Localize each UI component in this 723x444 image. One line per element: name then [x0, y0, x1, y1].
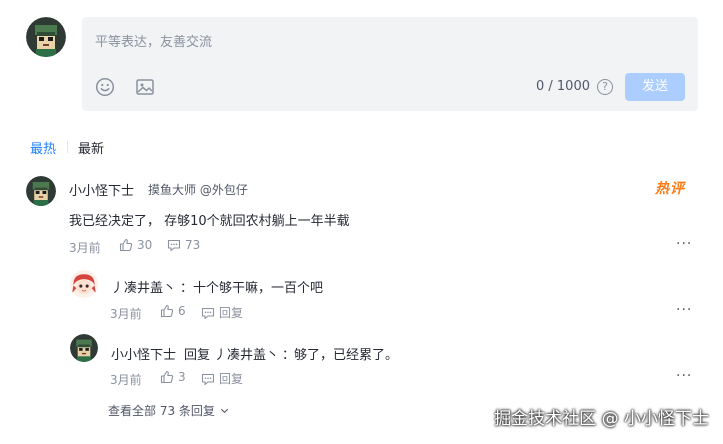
reply-like-button[interactable]: 3 — [160, 370, 186, 384]
help-icon[interactable]: ? — [597, 79, 613, 95]
reply-text: 十个够干嘛，一百个吧 — [193, 281, 324, 296]
comment-author-name[interactable]: 小小怪下士 — [69, 180, 134, 199]
like-count: 30 — [137, 238, 153, 252]
tab-divider — [67, 141, 68, 153]
reply-author-name[interactable]: 丿凑井盖丶 — [111, 277, 176, 296]
more-icon[interactable]: ··· — [676, 236, 692, 252]
reply-time: 3月前 — [110, 373, 142, 387]
reply-separator: ： — [180, 281, 194, 296]
like-button[interactable]: 30 — [119, 238, 152, 252]
comment-time: 3月前 — [69, 241, 101, 255]
reply-button[interactable]: 回复 — [201, 370, 243, 387]
current-user-avatar — [26, 17, 66, 57]
reply-count: 73 — [185, 238, 201, 252]
more-icon[interactable]: ··· — [676, 368, 692, 384]
reply-author-name[interactable]: 小小怪下士 — [111, 344, 176, 363]
tab-newest[interactable]: 最新 — [78, 138, 104, 157]
reply-like-count: 3 — [178, 370, 186, 384]
hot-comment-tag: 热评 — [655, 181, 685, 197]
like-icon — [160, 304, 174, 318]
comment-icon — [167, 239, 181, 252]
reply-like-count: 6 — [178, 304, 186, 318]
comment-text: 我已经决定了， 存够10个就回农村躺上一年半载 — [69, 214, 350, 229]
image-icon[interactable] — [135, 77, 155, 97]
more-icon[interactable]: ··· — [676, 302, 692, 318]
like-icon — [160, 370, 174, 384]
author-title-badge: 摸鱼大师 @外包仔 — [148, 183, 248, 197]
tab-hottest[interactable]: 最热 — [30, 138, 56, 157]
comment-icon — [201, 373, 215, 385]
emoji-icon[interactable] — [95, 77, 115, 97]
send-button[interactable]: 发送 — [625, 73, 685, 101]
reply-time: 3月前 — [110, 307, 142, 321]
view-all-replies-link[interactable]: 查看全部 73 条回复 — [108, 402, 230, 419]
chevron-down-icon — [220, 408, 228, 414]
watermark-text: 掘金技术社区 @ 小小怪下士 — [494, 409, 709, 429]
reply-text: 够了，已经累了。 — [294, 348, 399, 363]
reply-button-label: 回复 — [219, 372, 244, 386]
view-all-label: 查看全部 73 条回复 — [108, 404, 215, 418]
comment-input[interactable]: 平等表达，友善交流 — [95, 31, 212, 50]
reply-like-button[interactable]: 6 — [160, 304, 186, 318]
reply-button[interactable]: 回复 — [201, 304, 243, 321]
comment-author-avatar[interactable] — [26, 176, 56, 206]
reply-word: 回复 — [184, 348, 211, 363]
reply-author-avatar[interactable] — [70, 334, 98, 362]
reply-count-button[interactable]: 73 — [167, 238, 200, 252]
reply-author-avatar[interactable] — [70, 270, 98, 298]
reply-button-label: 回复 — [219, 306, 244, 320]
like-icon — [119, 238, 133, 252]
comment-composer[interactable]: 平等表达，友善交流 0 / 1000 ? 发送 — [82, 17, 698, 111]
char-counter: 0 / 1000 — [536, 79, 590, 94]
comment-icon — [201, 307, 215, 319]
reply-target-name[interactable]: 丿凑井盖丶 — [214, 344, 279, 363]
